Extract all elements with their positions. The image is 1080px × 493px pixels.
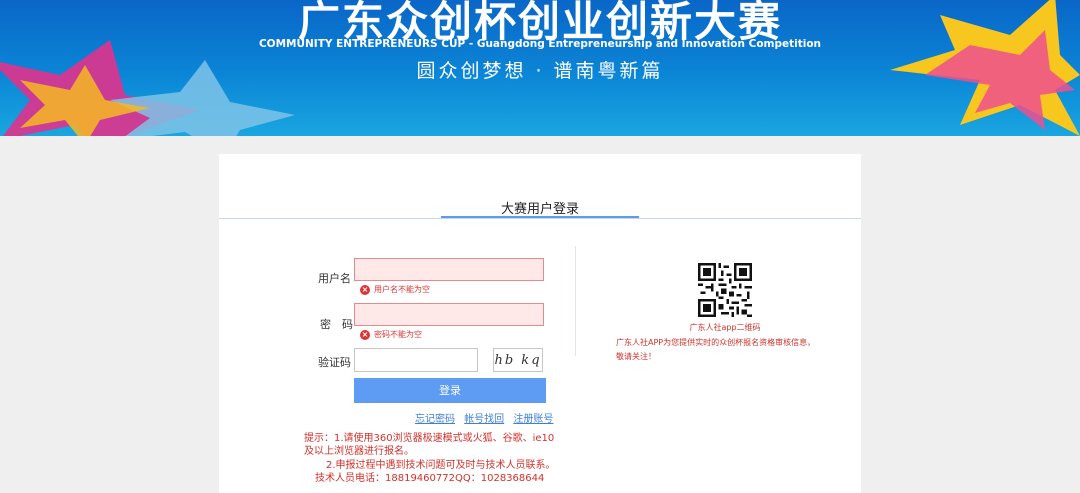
captcha-input[interactable] <box>354 348 478 372</box>
tips-line-4: 技术人员电话：18819460772QQ：1028368644 <box>315 473 545 484</box>
error-icon: × <box>360 284 370 295</box>
username-error-text: 用户名不能为空 <box>374 285 430 294</box>
username-input[interactable] <box>354 258 544 281</box>
tips-line-3: 2.申报过程中遇到技术问题可及时与技术人员联系。 <box>326 460 556 471</box>
captcha-image[interactable]: hb kq <box>493 348 543 372</box>
password-error: × 密码不能为空 <box>360 329 422 340</box>
banner-subtitle-en: COMMUNITY ENTREPRENEURS CUP - Guangdong … <box>258 38 822 50</box>
password-input[interactable] <box>354 303 544 326</box>
login-card: 大赛用户登录 用户名 × 用户名不能为空 密 码 × 密码不能为空 验证码 hb… <box>219 154 861 493</box>
login-title: 大赛用户登录 <box>500 202 579 217</box>
tips-line-1: 提示：1.请使用360浏览器极速模式或火狐、谷歌、ie10 <box>304 433 555 444</box>
username-error: × 用户名不能为空 <box>360 284 430 295</box>
register-link[interactable]: 注册账号 <box>513 414 553 425</box>
account-links: 忘记密码 帐号找回 注册账号 <box>415 410 559 425</box>
banner-slogan: 圆众创梦想 · 谱南粤新篇 <box>416 60 664 82</box>
tips-line-2: 及以上浏览器进行报名。 <box>304 446 414 457</box>
qr-description: 广东人社APP为您提供实时的众创杯报名资格审核信息，敬请关注！ <box>616 338 816 361</box>
password-label: 密 码 <box>320 318 353 331</box>
qr-caption: 广东人社app二维码 <box>689 323 761 332</box>
header-banner: 广东众创杯创业创新大赛 COMMUNITY ENTREPRENEURS CUP … <box>0 0 1080 136</box>
password-error-text: 密码不能为空 <box>374 330 422 339</box>
error-icon: × <box>360 329 370 340</box>
qr-code-icon <box>698 263 752 317</box>
account-recover-link[interactable]: 帐号找回 <box>464 414 504 425</box>
username-label: 用户名 <box>318 272 351 285</box>
login-button[interactable]: 登录 <box>354 378 546 403</box>
login-title-underline <box>441 216 639 218</box>
forgot-password-link[interactable]: 忘记密码 <box>415 414 455 425</box>
captcha-label: 验证码 <box>318 356 351 369</box>
column-divider <box>575 246 576 356</box>
